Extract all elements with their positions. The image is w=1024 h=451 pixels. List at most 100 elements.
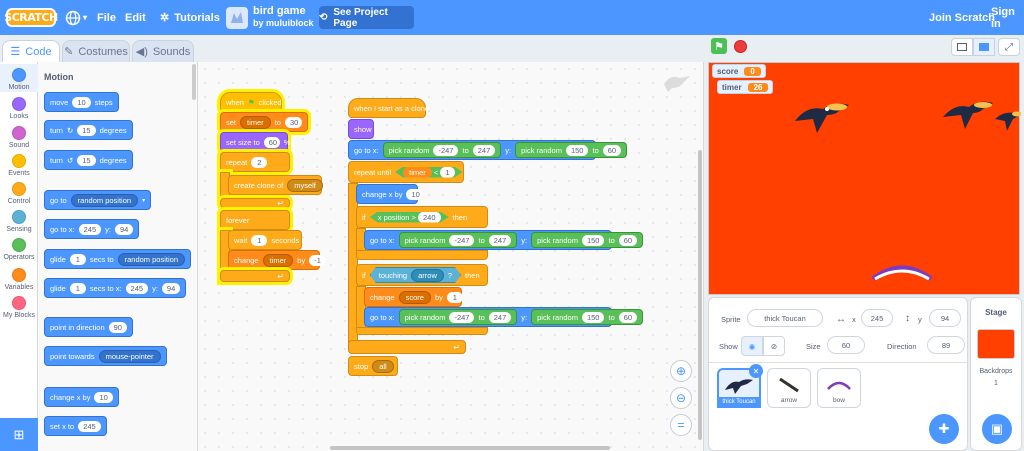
choose-backdrop-button[interactable]: ▣ (982, 414, 1012, 444)
fullscreen-button[interactable]: ⤢ (998, 38, 1020, 56)
normal-stage-button[interactable] (973, 38, 995, 56)
stop-button[interactable] (734, 40, 747, 53)
block-go-to-random-1[interactable]: go to x: pick random -247 to 247 y: pick rando… (348, 140, 628, 160)
hide-button[interactable]: ⊘ (763, 336, 785, 356)
block-wait[interactable]: wait 1 seconds (228, 230, 302, 250)
category-motion[interactable]: Motion (0, 64, 38, 92)
tab-costumes[interactable]: ✎ Costumes (62, 40, 130, 62)
block-point-in-direction[interactable]: point in direction 90 (44, 317, 133, 337)
block-stop[interactable]: stop all (348, 356, 398, 376)
add-extension-button[interactable]: ⊞ (0, 418, 38, 451)
size-label: Size (806, 342, 821, 351)
stage-pane-title: Stage (985, 308, 1007, 317)
block-point-towards[interactable]: point towards mouse-pointer (44, 346, 167, 366)
tab-costumes-label: Costumes (78, 45, 128, 58)
zoom-reset-button[interactable]: = (670, 414, 692, 436)
script-hscrollbar[interactable] (330, 446, 610, 450)
direction-input[interactable]: 89 (927, 336, 965, 354)
remix-arrows-icon: ⟲ (319, 12, 328, 23)
x-input[interactable]: 245 (861, 309, 893, 327)
scratch-logo[interactable]: SCRATCH (4, 8, 58, 27)
block-change-timer[interactable]: change timer by -1 (228, 250, 326, 270)
block-change-score[interactable]: change score by 1 (364, 287, 463, 307)
sensing-dot-icon (12, 210, 26, 224)
size-input[interactable]: 60 (827, 336, 865, 354)
pick-random-x[interactable]: pick random -247 to 247 (382, 142, 502, 158)
block-if-x-position[interactable]: if x position > 240 then (356, 206, 488, 228)
category-sound[interactable]: Sound (0, 126, 38, 149)
pick-random-x[interactable]: pick random -247 to 247 (398, 309, 518, 325)
bow-sprite[interactable] (869, 261, 935, 283)
motion-dot-icon (12, 68, 26, 82)
sprite-thumb-bow[interactable]: bow (817, 368, 861, 408)
speaker-icon: ◀) (135, 46, 148, 58)
block-change-x[interactable]: change x by 10 (44, 387, 119, 407)
delete-sprite-button[interactable]: ✕ (749, 364, 763, 378)
choose-sprite-button[interactable]: ✚ (929, 414, 959, 444)
edit-menu[interactable]: Edit (125, 0, 146, 35)
pick-random-y[interactable]: pick random 150 to 60 (531, 232, 644, 248)
script-area[interactable]: when ⚑ clicked set timer to 30 set size to 60%… (198, 62, 704, 451)
block-repeat[interactable]: repeat 2 (220, 152, 290, 172)
block-create-clone[interactable]: create clone of myself (228, 175, 323, 195)
block-change-x-by[interactable]: change x by 10 (356, 184, 423, 204)
zoom-out-button[interactable]: ⊖ (670, 387, 692, 409)
language-globe-icon[interactable]: ▾ (65, 0, 87, 35)
block-go-to-xy[interactable]: go to x: 245 y: 94 (44, 219, 140, 239)
block-go-to-random-3[interactable]: go to x: pick random -247 to 247 y: pick rando… (364, 307, 644, 327)
block-go-to[interactable]: go to random position ▾ (44, 190, 152, 210)
project-title[interactable]: bird game (253, 5, 306, 17)
looks-dot-icon (12, 97, 26, 111)
category-events[interactable]: Events (0, 154, 38, 177)
toucan-sprite-3[interactable] (991, 105, 1021, 135)
stage-thumbnail[interactable] (977, 329, 1015, 359)
block-set-timer[interactable]: set timer to 30 (220, 112, 308, 132)
palette-scrollbar[interactable] (192, 64, 196, 100)
sign-in-link[interactable]: Sign in (991, 0, 1024, 35)
tab-code[interactable]: ☰ Code (2, 40, 60, 62)
x-position-greater[interactable]: x position > 240 (370, 212, 449, 223)
category-my-blocks[interactable]: My Blocks (0, 296, 38, 319)
show-visible-button[interactable]: ◉ (741, 336, 763, 356)
hat-when-i-start-as-clone[interactable]: when I start as a clone (348, 98, 429, 118)
pick-random-y[interactable]: pick random 150 to 60 (515, 142, 628, 158)
tutorials-button[interactable]: ✲ Tutorials (160, 0, 220, 35)
block-glide-xy[interactable]: glide 1 secs to x: 245 y: 94 (44, 278, 187, 298)
hat-when-flag-clicked[interactable]: when ⚑ clicked (220, 92, 282, 112)
y-input[interactable]: 94 (929, 309, 961, 327)
small-stage-button[interactable] (951, 38, 973, 56)
tab-sounds[interactable]: ◀) Sounds (132, 40, 194, 62)
pick-random-x[interactable]: pick random -247 to 247 (398, 232, 518, 248)
block-move[interactable]: move 10 steps (44, 92, 119, 112)
category-variables[interactable]: Variables (0, 268, 38, 291)
block-turn-right[interactable]: turn ↻ 15 degrees (44, 120, 133, 140)
file-menu[interactable]: File (97, 0, 116, 35)
timer-less-than[interactable]: timer < 1 (395, 167, 462, 178)
pick-random-y[interactable]: pick random 150 to 60 (531, 309, 644, 325)
category-operators[interactable]: Operators (0, 238, 38, 261)
stage-canvas[interactable]: score 0 timer 26 (708, 62, 1021, 295)
block-turn-left[interactable]: turn ↺ 15 degrees (44, 150, 133, 170)
toucan-sprite-1[interactable] (787, 95, 857, 137)
block-repeat-until[interactable]: repeat until timer < 1 (348, 161, 464, 183)
block-if-touching[interactable]: if touching arrow? then (356, 264, 488, 286)
block-go-to-random-2[interactable]: go to x: pick random -247 to 247 y: pick rando… (364, 230, 644, 250)
sprite-name-input[interactable]: thick Toucan (747, 309, 823, 327)
green-flag-button[interactable]: ⚑ (711, 38, 727, 54)
block-set-size[interactable]: set size to 60% (220, 132, 290, 152)
zoom-in-button[interactable]: ⊕ (670, 360, 692, 382)
sprite-thumb-arrow[interactable]: arrow (767, 368, 811, 408)
see-project-page-button[interactable]: ⟲ See Project Page (319, 6, 414, 29)
block-glide-to[interactable]: glide 1 secs to random position (44, 249, 191, 269)
script-vscrollbar[interactable] (698, 150, 702, 440)
category-sensing[interactable]: Sensing (0, 210, 38, 233)
toucan-sprite-2[interactable] (939, 95, 999, 131)
join-scratch-link[interactable]: Join Scratch (929, 0, 995, 35)
touching-arrow[interactable]: touching arrow? (370, 267, 461, 283)
block-forever[interactable]: forever (220, 210, 290, 230)
category-looks[interactable]: Looks (0, 97, 38, 120)
project-author[interactable]: by muluiblock (253, 18, 314, 28)
category-control[interactable]: Control (0, 182, 38, 205)
block-set-x[interactable]: set x to 245 (44, 416, 107, 436)
block-show[interactable]: show (348, 119, 374, 139)
